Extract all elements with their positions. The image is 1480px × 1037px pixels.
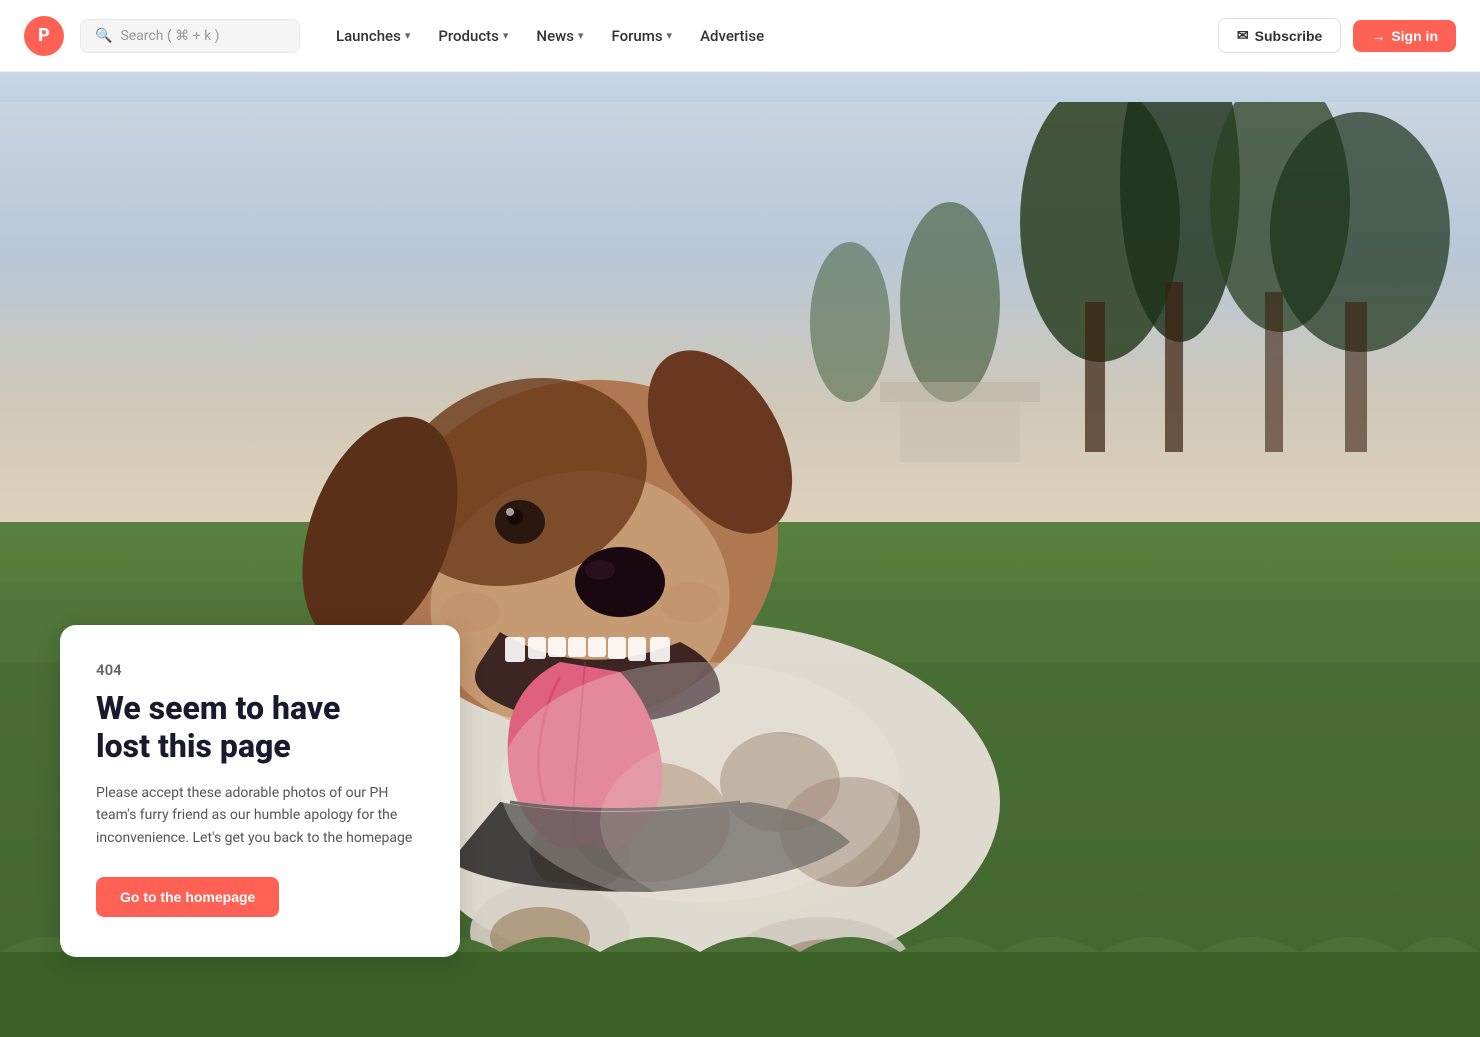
nav-item-launches[interactable]: Launches ▾ [324,19,422,53]
chevron-down-icon: ▾ [578,29,584,42]
error-description: Please accept these adorable photos of o… [96,782,424,849]
nav-actions: ✉ Subscribe → Sign in [1218,18,1456,53]
nav-item-products[interactable]: Products ▾ [426,19,520,53]
subscribe-button[interactable]: ✉ Subscribe [1218,18,1341,53]
nav-item-advertise[interactable]: Advertise [688,19,776,53]
subscribe-icon: ✉ [1237,27,1249,44]
nav-links: Launches ▾ Products ▾ News ▾ Forums ▾ Ad… [324,19,1218,53]
navbar: P 🔍 Search ( ⌘ + k ) Launches ▾ Products… [0,0,1480,72]
search-placeholder: Search ( ⌘ + k ) [120,28,219,44]
signin-button[interactable]: → Sign in [1353,20,1456,52]
signin-icon: → [1371,28,1385,44]
logo[interactable]: P [24,16,64,56]
homepage-button[interactable]: Go to the homepage [96,877,279,917]
chevron-down-icon: ▾ [667,29,673,42]
chevron-down-icon: ▾ [503,29,509,42]
nav-item-news[interactable]: News ▾ [524,19,595,53]
search-bar[interactable]: 🔍 Search ( ⌘ + k ) [80,19,300,53]
hero-section: 404 We seem to have lost this page Pleas… [0,72,1480,1037]
nav-item-forums[interactable]: Forums ▾ [599,19,684,53]
error-card: 404 We seem to have lost this page Pleas… [60,625,460,957]
chevron-down-icon: ▾ [405,29,411,42]
error-title: We seem to have lost this page [96,689,424,766]
error-code: 404 [96,661,424,679]
search-icon: 🔍 [95,28,112,44]
